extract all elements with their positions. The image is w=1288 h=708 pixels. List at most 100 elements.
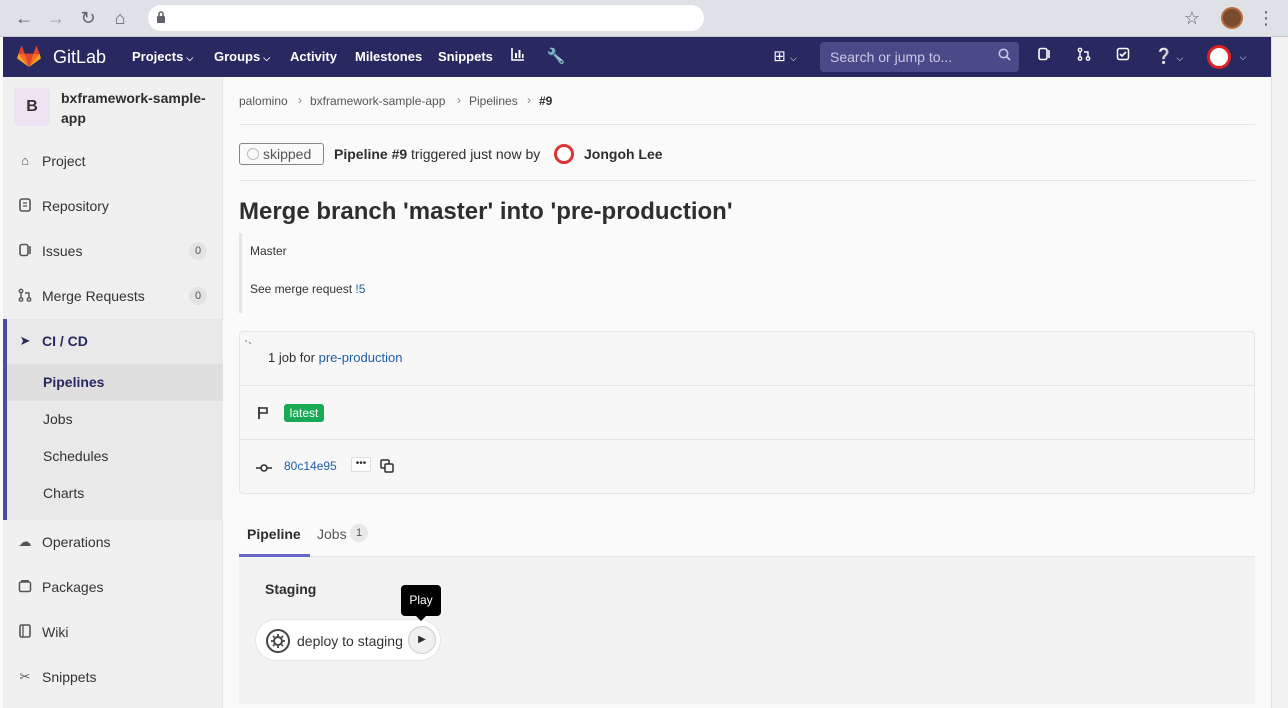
job-deploy-to-staging[interactable]: deploy to staging ▶ (255, 619, 441, 661)
sidebar-item-repository[interactable]: Repository (3, 186, 223, 226)
user-avatar-icon[interactable] (1207, 45, 1231, 69)
doc-icon (17, 198, 33, 214)
todo-check-icon[interactable] (1113, 47, 1133, 67)
branch-link[interactable]: pre-production (319, 350, 403, 365)
project-name[interactable]: bxframework-sample-app (61, 88, 221, 128)
copy-icon[interactable] (380, 459, 396, 475)
divider (240, 439, 1254, 440)
job-name: deploy to staging (297, 633, 403, 649)
sidebar-sub-jobs[interactable]: Jobs (43, 410, 73, 428)
sidebar-item-snippets[interactable]: ✂ Snippets (3, 657, 223, 697)
sidebar-item-project[interactable]: ⌂ Project (3, 141, 223, 181)
new-item-plus-icon[interactable]: ⊞ ⌵ (768, 47, 802, 67)
tab-pipeline[interactable]: Pipeline (247, 525, 301, 543)
breadcrumb-separator-icon: › (298, 93, 302, 107)
package-icon (17, 579, 33, 595)
project-avatar[interactable]: B (14, 88, 50, 126)
sidebar-item-wiki[interactable]: Wiki (3, 612, 223, 652)
collapse-caret-icon[interactable]: ̀` (248, 340, 252, 354)
lock-icon (156, 10, 166, 26)
pipeline-info-box: ̀` 1 job for pre-production latest 80c14… (239, 331, 1255, 494)
kebab-menu-icon[interactable]: ⋮ (1256, 8, 1276, 28)
pipeline-graph: Staging deploy to staging ▶ (239, 557, 1255, 704)
rocket-icon: ➤ (19, 333, 31, 348)
play-button[interactable]: ▶ (408, 626, 436, 654)
issues-count-badge: 0 (189, 242, 207, 260)
cloud-gear-icon: ☁ (18, 534, 32, 549)
sidebar-item-merge-requests[interactable]: Merge Requests 0 (3, 276, 223, 316)
sidebar-item-packages[interactable]: Packages (3, 567, 223, 607)
browser-toolbar: ← → ↻ ⌂ ☆ ⋮ (0, 0, 1288, 37)
nav-activity[interactable]: Activity (290, 49, 337, 65)
tab-jobs[interactable]: Jobs (317, 525, 347, 543)
user-avatar[interactable] (554, 144, 574, 164)
breadcrumb-item-pipelines[interactable]: Pipelines (469, 93, 518, 109)
search-box[interactable] (820, 42, 1019, 72)
divider (240, 385, 1254, 386)
merge-requests-count-badge: 0 (189, 287, 207, 305)
scissors-icon: ✂ (19, 669, 31, 684)
sidebar-item-cicd[interactable]: ➤ CI / CD (3, 321, 223, 361)
chevron-down-icon: ⌵ (186, 53, 194, 63)
breadcrumb-item-project[interactable]: bxframework-sample-app (310, 93, 445, 109)
sidebar-item-operations[interactable]: ☁ Operations (3, 522, 223, 562)
sidebar-sub-active-bg (7, 364, 223, 401)
book-icon (17, 624, 33, 640)
nav-projects[interactable]: Projects ⌵ (132, 49, 193, 66)
flag-icon (257, 406, 269, 423)
star-icon[interactable]: ☆ (1182, 8, 1202, 28)
merge-request-nav-icon[interactable] (1074, 47, 1094, 67)
admin-wrench-icon[interactable]: 🔧 (546, 47, 566, 67)
reload-icon[interactable]: ↻ (78, 8, 98, 28)
nav-milestones[interactable]: Milestones (355, 49, 422, 65)
breadcrumb-item-current[interactable]: #9 (539, 93, 552, 109)
search-input[interactable] (820, 42, 990, 72)
play-tooltip: Play (401, 585, 441, 616)
chevron-down-icon: ⌵ (263, 53, 271, 63)
back-icon[interactable]: ← (14, 8, 34, 28)
page-scrollbar[interactable] (1271, 37, 1288, 708)
chevron-down-icon[interactable]: ⌵ (1233, 47, 1253, 67)
profile-avatar[interactable] (1221, 7, 1243, 29)
search-icon (998, 48, 1011, 64)
manual-gear-icon (266, 629, 290, 653)
divider (239, 180, 1255, 181)
pipeline-header-text: Pipeline #9 triggered just now by (334, 146, 541, 162)
stage-name: Staging (265, 581, 317, 597)
address-bar[interactable] (148, 5, 704, 31)
play-icon: ▶ (418, 634, 426, 645)
top-navbar: GitLab Projects ⌵ Groups ⌵ Activity Milest… (3, 37, 1271, 77)
issues-icon (17, 243, 33, 259)
sidebar-sub-charts[interactable]: Charts (43, 484, 84, 502)
forward-icon[interactable]: → (46, 8, 66, 28)
tooltip-arrow (415, 615, 427, 621)
divider (239, 124, 1255, 125)
page-title: Merge branch 'master' into 'pre-producti… (239, 198, 733, 225)
analytics-chart-icon[interactable] (508, 47, 528, 67)
status-badge[interactable]: skipped (239, 143, 324, 165)
help-icon[interactable]: ❔ ⌵ (1151, 47, 1187, 67)
sidebar-sub-schedules[interactable]: Schedules (43, 447, 108, 465)
sidebar-item-issues[interactable]: Issues 0 (3, 231, 223, 271)
latest-badge: latest (284, 404, 324, 422)
merge-request-icon (17, 288, 33, 304)
home-icon[interactable]: ⌂ (110, 8, 130, 28)
breadcrumb-separator-icon: › (527, 93, 531, 107)
expand-commit-button[interactable]: ••• (351, 457, 371, 472)
gitlab-logo-icon[interactable] (17, 46, 41, 68)
sidebar-sub-pipelines[interactable]: Pipelines (43, 373, 104, 391)
commit-description: Master See merge request !5 (239, 233, 439, 313)
merge-request-link[interactable]: !5 (355, 282, 365, 296)
nav-snippets[interactable]: Snippets (438, 49, 493, 65)
user-name-link[interactable]: Jongoh Lee (584, 145, 663, 163)
project-sidebar: B bxframework-sample-app ⌂ Project Repos… (3, 77, 223, 708)
nav-groups[interactable]: Groups ⌵ (214, 49, 270, 66)
breadcrumb-item-group[interactable]: palomino (239, 93, 288, 109)
commit-icon (256, 461, 272, 477)
gitlab-brand[interactable]: GitLab (53, 47, 106, 67)
commit-sha-link[interactable]: 80c14e95 (284, 459, 337, 473)
issues-nav-icon[interactable] (1034, 47, 1054, 67)
home-icon: ⌂ (21, 153, 29, 168)
skipped-status-icon (247, 148, 259, 160)
jobs-count-badge: 1 (350, 524, 368, 542)
